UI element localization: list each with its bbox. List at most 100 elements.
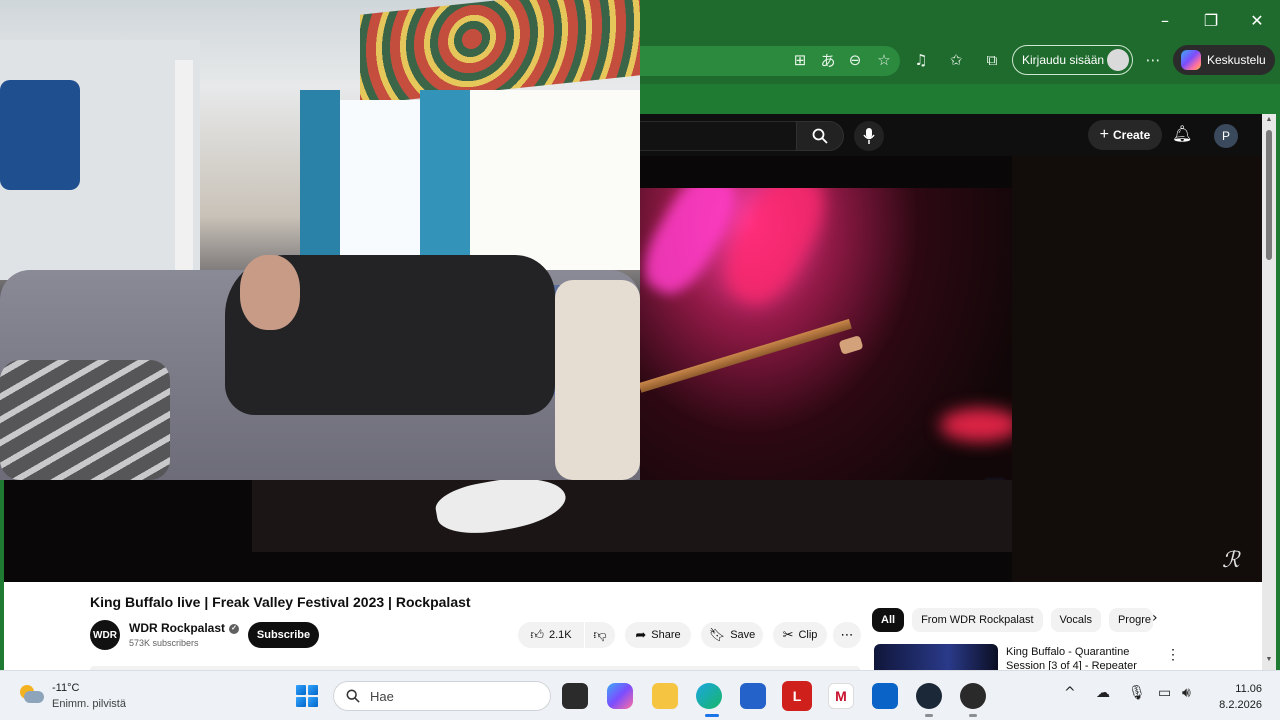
start-windows-icon[interactable]: [296, 685, 318, 707]
copilot-button[interactable]: Keskustelu: [1173, 45, 1275, 75]
subscriber-count: 573K subscribers: [129, 638, 199, 648]
clock-time: 11.06: [1235, 683, 1262, 695]
minimize-button[interactable]: –: [1142, 0, 1188, 40]
desktop-screen: – ❐ ✕ ⊞ あ ⊖ ☆ ♫ ✩ ⧉ Kirjaudu sisään ⋯ Ke…: [0, 0, 1280, 720]
window-controls: – ❐ ✕: [1142, 0, 1280, 40]
taskbar: -11°C Enimm. pilvistä Hae L M ^ ☁ 🎙︎ ▭ 🔊…: [0, 670, 1280, 720]
create-label: Create: [1112, 128, 1151, 142]
outlook-icon[interactable]: [872, 683, 898, 709]
verified-icon: ✓: [229, 623, 240, 634]
channel-watermark[interactable]: ℛ: [1222, 548, 1240, 573]
create-button[interactable]: + Create: [1088, 120, 1162, 150]
scroll-up-icon[interactable]: ▲: [1264, 116, 1274, 123]
like-count: 2.1K: [548, 629, 572, 641]
recommendation-chips: All From WDR Rockpalast Vocals Progre: [872, 608, 1153, 632]
video-info: King Buffalo live | Freak Valley Festiva…: [4, 582, 1262, 670]
copilot-label: Keskustelu: [1207, 53, 1266, 67]
running-app-indicator: [925, 714, 933, 717]
weather-cloudy-icon[interactable]: [18, 685, 44, 705]
chip-from-channel[interactable]: From WDR Rockpalast: [912, 608, 1043, 632]
zoom-out-icon[interactable]: ⊖: [845, 50, 865, 70]
recommendation-menu-icon[interactable]: ⋮: [1166, 646, 1180, 663]
ceiling-tapestry: [360, 0, 640, 105]
dislike-button[interactable]: 👎︎: [585, 622, 615, 648]
running-app-indicator: [969, 714, 977, 717]
more-dots-icon: ⋯: [840, 627, 854, 643]
hanging-bag: [0, 80, 80, 190]
blanket: [0, 360, 170, 480]
save-label: Save: [730, 629, 756, 641]
bookmark-icon: 🔖︎: [708, 627, 726, 643]
favorites-icon[interactable]: ✩: [946, 50, 966, 70]
edge-browser-icon[interactable]: [696, 683, 722, 709]
favorite-star-icon[interactable]: ☆: [874, 50, 894, 70]
video-title: King Buffalo live | Freak Valley Festiva…: [90, 594, 471, 610]
signin-button[interactable]: Kirjaudu sisään: [1012, 45, 1133, 75]
copilot-app-icon[interactable]: [607, 683, 633, 709]
video-letterbox: [1012, 156, 1262, 582]
copilot-icon: [1181, 50, 1201, 70]
file-explorer-icon[interactable]: [652, 683, 678, 709]
search-button[interactable]: [796, 121, 844, 151]
onedrive-icon[interactable]: ☁: [1096, 685, 1110, 701]
collections-icon[interactable]: ⧉: [982, 50, 1002, 70]
notifications-bell-icon[interactable]: 🔔︎: [1172, 124, 1192, 143]
chevron-right-icon[interactable]: ›: [1152, 610, 1158, 626]
volume-icon[interactable]: 🔊︎: [1182, 685, 1191, 701]
network-icon[interactable]: ▭: [1158, 685, 1171, 701]
chip-vocals[interactable]: Vocals: [1050, 608, 1101, 632]
obs-icon[interactable]: [960, 683, 986, 709]
mcafee-icon[interactable]: M: [828, 683, 854, 709]
scrollbar-thumb[interactable]: [1266, 130, 1272, 260]
scroll-down-icon[interactable]: ▼: [1264, 656, 1274, 663]
profile-icon: [1107, 49, 1129, 71]
thumbs-down-icon: 👎︎: [593, 627, 607, 643]
translate-icon[interactable]: あ: [818, 50, 838, 70]
microphone-icon[interactable]: 🎙︎: [1128, 685, 1146, 701]
more-actions-button[interactable]: ⋯: [833, 622, 861, 648]
taskbar-search[interactable]: Hae: [333, 681, 551, 711]
microphone-icon: [863, 128, 875, 144]
steam-icon[interactable]: [916, 683, 942, 709]
share-button[interactable]: ➦ Share: [625, 622, 691, 648]
chip-all[interactable]: All: [872, 608, 905, 632]
microsoft-store-icon[interactable]: [740, 683, 766, 709]
cushion: [555, 280, 640, 480]
page-scrollbar[interactable]: ▲ ▼: [1262, 114, 1276, 670]
recommendation-thumbnail[interactable]: [874, 644, 998, 670]
channel-name-row[interactable]: WDR Rockpalast ✓: [129, 621, 240, 635]
channel-avatar[interactable]: WDR: [90, 620, 120, 650]
active-app-indicator: [705, 714, 719, 717]
user-avatar[interactable]: P: [1214, 124, 1238, 148]
apps-icon[interactable]: ⊞: [790, 50, 810, 70]
weather-temperature[interactable]: -11°C: [52, 682, 79, 694]
restore-button[interactable]: ❐: [1188, 0, 1234, 40]
video-lower-frame: [252, 480, 1012, 552]
l-app-icon[interactable]: L: [782, 681, 812, 711]
show-hidden-icons-chevron-up-icon[interactable]: ^: [1064, 685, 1076, 701]
clock-date: 8.2.2026: [1219, 699, 1262, 711]
guitar-headstock: [838, 335, 864, 355]
room-window: [470, 90, 640, 270]
clip-label: Clip: [798, 629, 818, 641]
more-icon[interactable]: ⋯: [1143, 50, 1163, 70]
read-aloud-icon[interactable]: ♫: [911, 50, 931, 70]
person-head: [240, 255, 300, 330]
search-icon: [812, 128, 828, 144]
close-button[interactable]: ✕: [1234, 0, 1280, 40]
weather-condition[interactable]: Enimm. pilvistä: [52, 698, 126, 710]
signin-label: Kirjaudu sisään: [1022, 53, 1105, 67]
taskbar-clock[interactable]: 11.06 8.2.2026: [1208, 681, 1262, 713]
share-label: Share: [651, 629, 681, 641]
subscribe-button[interactable]: Subscribe: [248, 622, 319, 648]
like-button[interactable]: 👍︎ 2.1K: [518, 622, 584, 648]
channel-name[interactable]: WDR Rockpalast: [129, 621, 225, 635]
clip-button[interactable]: ✂ Clip: [773, 622, 827, 648]
task-view-icon[interactable]: [562, 683, 588, 709]
plus-icon: +: [1099, 126, 1109, 143]
recommendation-title[interactable]: King Buffalo - Quarantine Session [3 of …: [1006, 645, 1156, 670]
voice-search-button[interactable]: [854, 121, 884, 151]
chip-progressive[interactable]: Progre: [1108, 608, 1153, 632]
webcam-overlay: [0, 0, 640, 480]
save-button[interactable]: 🔖︎ Save: [701, 622, 763, 648]
